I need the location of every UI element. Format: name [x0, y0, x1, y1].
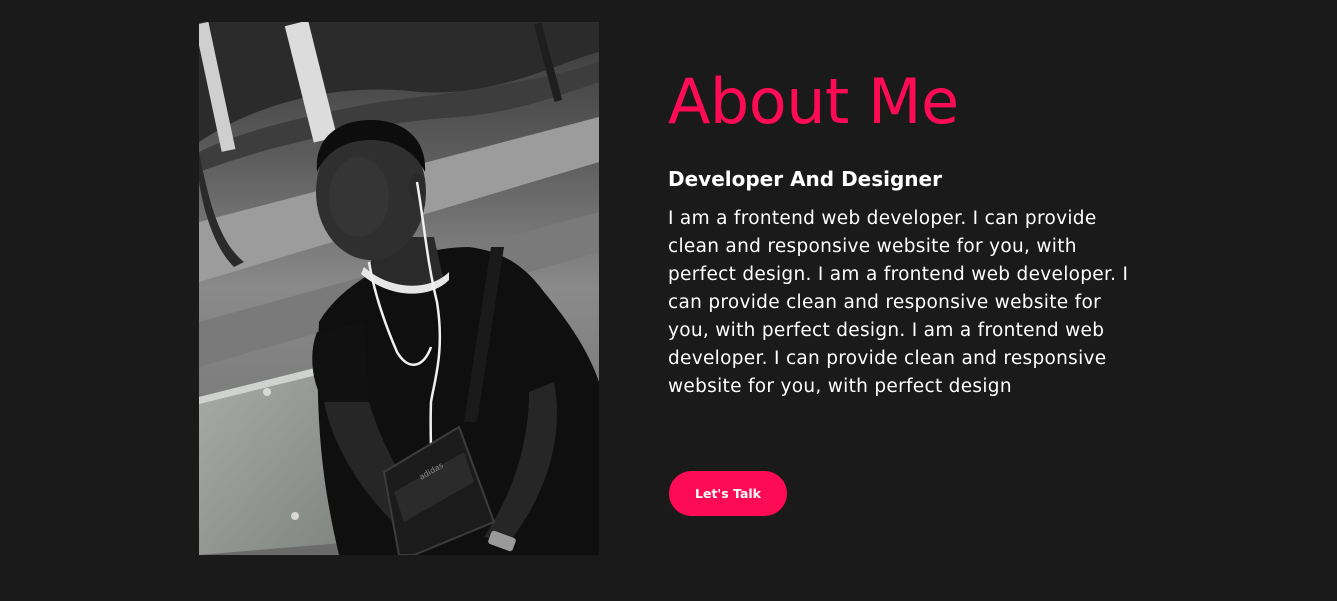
page-title: About Me: [668, 65, 959, 138]
lets-talk-button[interactable]: Let's Talk: [669, 471, 787, 516]
bio-paragraph: I am a frontend web developer. I can pro…: [668, 208, 1129, 397]
about-section: adidas About Me Developer And Designer I…: [0, 0, 1337, 601]
profile-photo: adidas: [199, 22, 599, 555]
subtitle: Developer And Designer: [668, 167, 942, 191]
about-content: About Me Developer And Designer I am a f…: [668, 62, 1138, 401]
